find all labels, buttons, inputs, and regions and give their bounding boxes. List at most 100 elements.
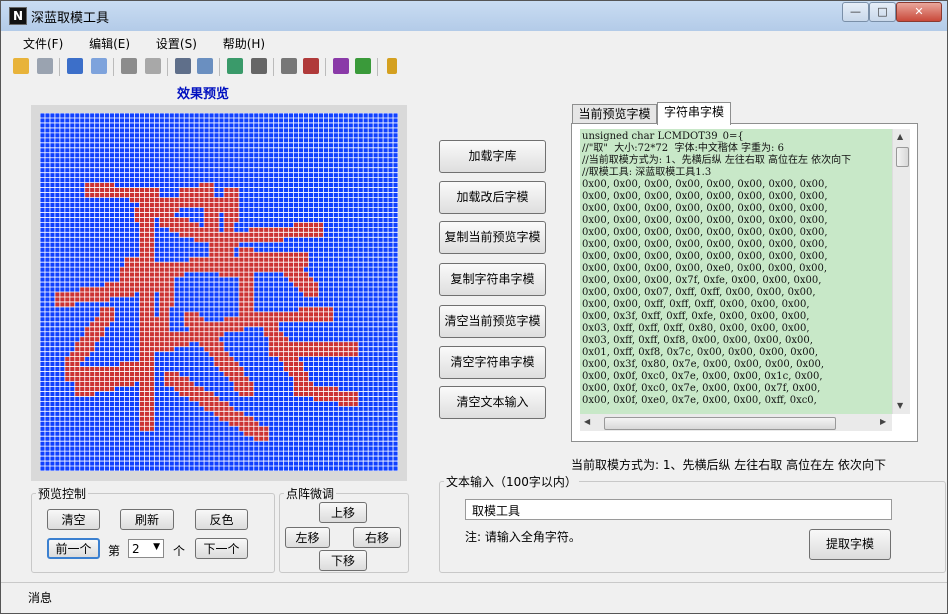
dot-pixel: [223, 252, 229, 258]
dot-pixel: [243, 292, 249, 297]
tools-icon[interactable]: [251, 58, 267, 74]
dot-pixel: [169, 346, 175, 352]
dot-pixel: [139, 311, 145, 317]
dot-pixel: [169, 222, 175, 228]
dot-pixel: [149, 401, 155, 407]
dot-pixel: [204, 336, 210, 342]
load-font-button[interactable]: 加载字库: [439, 140, 546, 173]
menu-help[interactable]: 帮助(H): [223, 34, 265, 54]
text-input-field[interactable]: 取模工具: [465, 499, 892, 520]
dot-pixel: [328, 396, 334, 402]
dot-pixel: [154, 277, 160, 283]
library-icon[interactable]: [355, 58, 371, 74]
invert-button[interactable]: 反色: [195, 509, 248, 530]
copy-preview-button[interactable]: 复制当前预览字模: [439, 221, 546, 254]
move-down-button[interactable]: 下移: [319, 550, 367, 571]
save-icon[interactable]: [67, 58, 83, 74]
dot-pixel: [253, 436, 259, 442]
dot-pixel: [243, 252, 249, 258]
dot-pixel: [189, 316, 195, 322]
save-all-icon[interactable]: [145, 58, 161, 74]
clear-button[interactable]: 清空: [47, 509, 100, 530]
menu-edit[interactable]: 编辑(E): [89, 34, 130, 54]
clear-icon[interactable]: [37, 58, 53, 74]
scroll-down-icon[interactable]: ▼: [897, 401, 903, 410]
status-text: 消息: [28, 591, 53, 605]
horizontal-scrollbar[interactable]: ◀ ▶: [580, 414, 892, 431]
dot-pixel: [278, 341, 284, 347]
dot-pixel: [169, 262, 175, 268]
export-icon[interactable]: [197, 58, 213, 74]
dot-pixel: [223, 366, 229, 372]
move-up-button[interactable]: 上移: [319, 502, 367, 523]
title-bar[interactable]: N 深蓝取模工具 — □ ✕: [1, 1, 947, 31]
dot-pixel: [248, 252, 254, 258]
open-folder-icon[interactable]: [13, 58, 29, 74]
dot-pixel: [149, 192, 155, 198]
dot-pixel: [164, 376, 170, 382]
dot-pixel: [233, 371, 239, 377]
dot-pixel: [149, 416, 155, 422]
dot-pixel: [164, 212, 170, 218]
clear-preview-button[interactable]: 清空当前预览字模: [439, 305, 546, 338]
dot-pixel: [164, 371, 170, 377]
close-button[interactable]: ✕: [896, 2, 942, 22]
print-icon[interactable]: [175, 58, 191, 74]
clear-text-input-button[interactable]: 清空文本输入: [439, 386, 546, 419]
dot-pixel: [144, 336, 150, 342]
import-icon[interactable]: [227, 58, 243, 74]
move-left-button[interactable]: 左移: [285, 527, 330, 548]
move-right-button[interactable]: 右移: [353, 527, 401, 548]
dot-pixel: [129, 361, 135, 367]
tab-string[interactable]: 字符串字模: [657, 102, 731, 125]
code-output[interactable]: unsigned char LCMDOT39_0={ //"取" 大小:72*7…: [580, 129, 892, 414]
dot-pixel: [288, 272, 294, 278]
menu-file[interactable]: 文件(F): [23, 34, 63, 54]
tab-current-preview[interactable]: 当前预览字模: [572, 104, 657, 124]
next-button[interactable]: 下一个: [195, 538, 248, 559]
scroll-right-icon[interactable]: ▶: [880, 417, 886, 426]
dot-pixel: [338, 341, 344, 347]
dot-pixel: [89, 336, 95, 342]
save2-icon[interactable]: [121, 58, 137, 74]
lock-icon[interactable]: [387, 58, 397, 74]
refresh-button[interactable]: 刷新: [120, 509, 174, 530]
extract-button[interactable]: 提取字模: [809, 529, 891, 560]
dot-pixel: [144, 262, 150, 268]
scroll-left-icon[interactable]: ◀: [584, 417, 590, 426]
dot-pixel: [164, 326, 170, 332]
dot-pixel: [164, 282, 170, 288]
dot-pixel: [308, 292, 314, 297]
clear-string-button[interactable]: 清空字符串字模: [439, 346, 546, 379]
dot-matrix-preview[interactable]: [40, 113, 398, 471]
dot-pixel: [214, 247, 219, 253]
vertical-scrollbar[interactable]: ▲ ▼: [892, 129, 910, 414]
book-icon[interactable]: [333, 58, 349, 74]
cut-icon[interactable]: [303, 58, 319, 74]
dot-pixel: [248, 426, 254, 432]
dot-pixel: [164, 346, 170, 352]
save-as-icon[interactable]: [91, 58, 107, 74]
dot-pixel: [109, 306, 115, 312]
dot-pixel: [268, 237, 274, 243]
dot-pixel: [94, 371, 100, 377]
load-modified-button[interactable]: 加载改后字模: [439, 181, 546, 214]
dot-pixel: [144, 311, 150, 317]
dot-pixel: [104, 296, 110, 302]
copy-string-button[interactable]: 复制字符串字模: [439, 263, 546, 296]
dot-pixel: [268, 262, 274, 268]
prev-button[interactable]: 前一个: [47, 538, 100, 559]
scroll-thumb[interactable]: [604, 417, 836, 430]
dot-pixel: [154, 336, 160, 342]
dot-pixel: [298, 346, 304, 352]
dot-pixel: [263, 321, 269, 327]
settings-icon[interactable]: [281, 58, 297, 74]
scroll-up-icon[interactable]: ▲: [897, 132, 903, 141]
scroll-thumb[interactable]: [896, 147, 909, 167]
minimize-button[interactable]: —: [842, 2, 869, 22]
maximize-button[interactable]: □: [869, 2, 896, 22]
dot-pixel: [124, 282, 130, 288]
menu-settings[interactable]: 设置(S): [156, 34, 197, 54]
dot-pixel: [268, 341, 274, 347]
page-select[interactable]: 2 ▼: [128, 539, 164, 558]
